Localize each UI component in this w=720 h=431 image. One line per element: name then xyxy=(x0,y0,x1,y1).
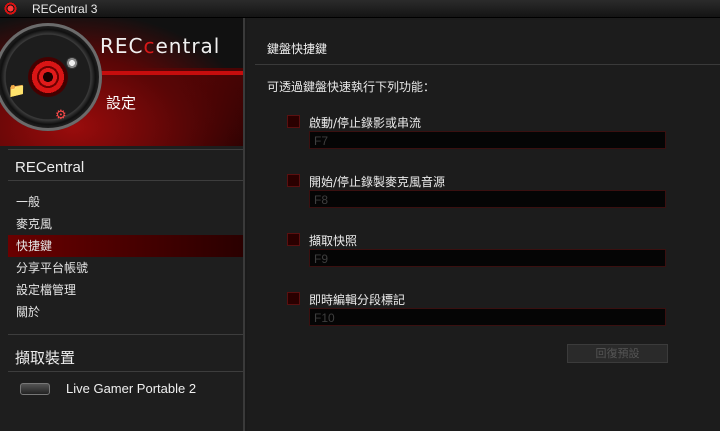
folder-icon[interactable]: 📁 xyxy=(8,83,26,99)
hotkey-checkbox[interactable] xyxy=(287,233,300,246)
sidebar-item-sharing-accounts[interactable]: 分享平台帳號 xyxy=(8,257,243,279)
settings-menu: 一般 麥克風 快捷鍵 分享平台帳號 設定檔管理 關於 xyxy=(8,191,243,323)
banner: 📁 ⚙ RECcentral 設定 xyxy=(0,18,243,146)
hotkey-checkbox[interactable] xyxy=(287,292,300,305)
panel-description: 可透過鍵盤快速執行下列功能： xyxy=(267,80,436,94)
hotkey-input[interactable]: F8 xyxy=(309,190,666,208)
recentral-logo: RECcentral xyxy=(100,34,221,58)
divider xyxy=(255,64,720,65)
capture-device-name: Live Gamer Portable 2 xyxy=(66,381,197,396)
hotkey-label: 啟動/停止錄影或串流 xyxy=(309,116,422,130)
hotkey-input[interactable]: F7 xyxy=(309,131,666,149)
capture-device-icon xyxy=(20,383,50,395)
sidebar-item-profile-management[interactable]: 設定檔管理 xyxy=(8,279,243,301)
hotkey-row-snapshot: 擷取快照 F9 xyxy=(287,229,667,275)
sidebar-section-recentral: RECentral xyxy=(8,149,243,181)
hotkey-input[interactable]: F10 xyxy=(309,308,666,326)
hotkey-label: 即時編輯分段標記 xyxy=(309,293,406,307)
panel-title: 鍵盤快捷鍵 xyxy=(267,42,328,56)
sidebar-item-microphone[interactable]: 麥克風 xyxy=(8,213,243,235)
sidebar-item-hotkeys[interactable]: 快捷鍵 xyxy=(8,235,243,257)
hotkey-label: 擷取快照 xyxy=(309,234,358,248)
capture-device-item[interactable]: Live Gamer Portable 2 xyxy=(8,373,243,403)
sidebar: 📁 ⚙ RECcentral 設定 RECentral 一般 麥克風 快捷鍵 分… xyxy=(0,18,245,431)
capture-indicator-icon[interactable] xyxy=(66,57,78,69)
hotkey-input[interactable]: F9 xyxy=(309,249,666,267)
hotkeys-panel: 鍵盤快捷鍵 可透過鍵盤快速執行下列功能： 啟動/停止錄影或串流 F7 開始/停止… xyxy=(247,18,720,431)
hotkey-row-segment-marker: 即時編輯分段標記 F10 xyxy=(287,288,667,334)
navigation-wheel[interactable]: 📁 ⚙ xyxy=(0,23,102,131)
sidebar-section-capture-device: 擷取裝置 xyxy=(8,334,243,372)
sidebar-item-about[interactable]: 關於 xyxy=(8,301,243,323)
sidebar-item-general[interactable]: 一般 xyxy=(8,191,243,213)
settings-title: 設定 xyxy=(106,94,137,112)
restore-defaults-button[interactable]: 回復預設 xyxy=(567,344,668,363)
title-bar: RECentral 3 xyxy=(0,0,720,18)
hotkey-row-record-stream: 啟動/停止錄影或串流 F7 xyxy=(287,111,667,157)
record-icon[interactable] xyxy=(28,57,68,97)
hotkey-label: 開始/停止錄製麥克風音源 xyxy=(309,175,446,189)
gear-icon[interactable]: ⚙ xyxy=(55,109,69,123)
window-title: RECentral 3 xyxy=(32,2,98,16)
hotkey-checkbox[interactable] xyxy=(287,174,300,187)
app-logo-icon xyxy=(4,2,17,15)
hotkey-row-mic-record: 開始/停止錄製麥克風音源 F8 xyxy=(287,170,667,216)
hotkey-checkbox[interactable] xyxy=(287,115,300,128)
